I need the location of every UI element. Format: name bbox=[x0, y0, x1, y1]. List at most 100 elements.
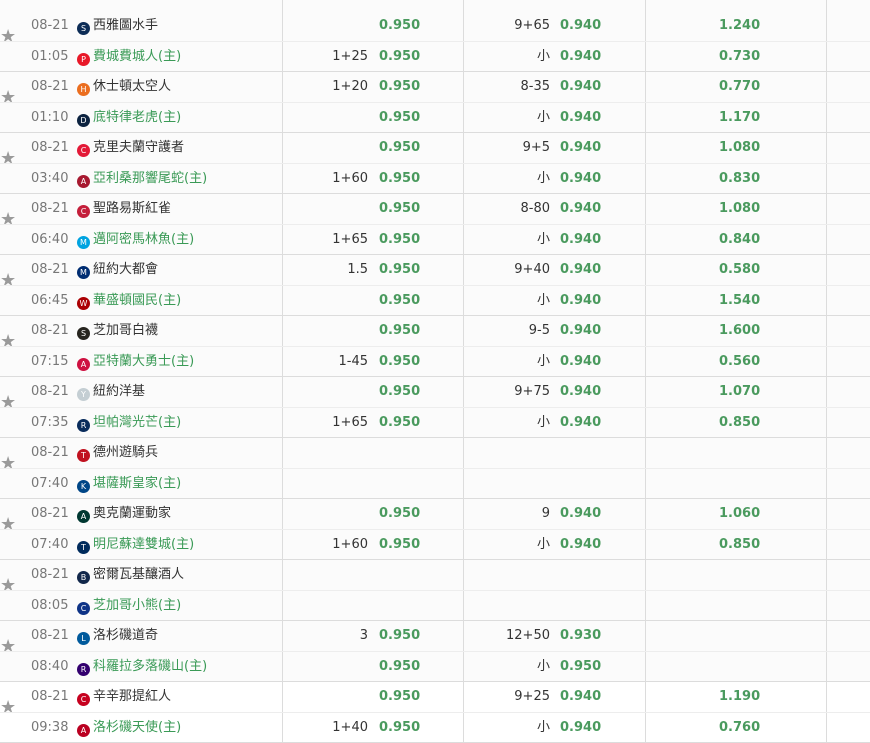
total-odds[interactable]: 0.940 bbox=[560, 194, 601, 224]
away-team[interactable]: C 克里夫蘭守護者 bbox=[77, 133, 184, 163]
run-line-odds[interactable]: 0.950 bbox=[379, 42, 420, 72]
run-line-odds[interactable]: 0.950 bbox=[379, 133, 420, 163]
away-team[interactable]: C 辛辛那提紅人 bbox=[77, 682, 171, 712]
total-odds[interactable]: 0.940 bbox=[560, 316, 601, 346]
moneyline-odds[interactable]: 0.840 bbox=[719, 225, 760, 255]
team-logo-icon: C bbox=[77, 144, 90, 157]
home-team[interactable]: R 科羅拉多落磯山(主) bbox=[77, 652, 207, 682]
away-team-row: 08-21 C 聖路易斯紅雀 0.950 8-80 0.940 1.080 bbox=[0, 194, 870, 224]
moneyline-odds[interactable]: 1.190 bbox=[719, 682, 760, 712]
home-team[interactable]: C 芝加哥小熊(主) bbox=[77, 591, 181, 621]
match-date: 08-21 bbox=[31, 201, 69, 216]
moneyline-odds[interactable]: 1.540 bbox=[719, 286, 760, 316]
moneyline-odds[interactable]: 1.060 bbox=[719, 499, 760, 529]
home-team[interactable]: A 亞利桑那響尾蛇(主) bbox=[77, 164, 207, 194]
total-odds[interactable]: 0.940 bbox=[560, 377, 601, 407]
run-line-odds[interactable]: 0.950 bbox=[379, 103, 420, 133]
away-team[interactable]: H 休士頓太空人 bbox=[77, 72, 171, 102]
home-team[interactable]: W 華盛頓國民(主) bbox=[77, 286, 181, 316]
run-line-handicap: 1+40 bbox=[332, 720, 368, 735]
away-team[interactable]: S 芝加哥白襪 bbox=[77, 316, 158, 346]
total-odds[interactable]: 0.940 bbox=[560, 408, 601, 438]
match-date: 08-21 bbox=[31, 323, 69, 338]
total-odds[interactable]: 0.940 bbox=[560, 530, 601, 560]
run-line-odds[interactable]: 0.950 bbox=[379, 194, 420, 224]
run-line-odds[interactable]: 0.950 bbox=[379, 225, 420, 255]
away-team[interactable]: M 紐約大都會 bbox=[77, 255, 158, 285]
away-team[interactable]: C 聖路易斯紅雀 bbox=[77, 194, 171, 224]
moneyline-odds[interactable]: 1.080 bbox=[719, 133, 760, 163]
total-odds[interactable]: 0.940 bbox=[560, 133, 601, 163]
total-odds[interactable]: 0.950 bbox=[560, 652, 601, 682]
moneyline-odds[interactable]: 0.850 bbox=[719, 530, 760, 560]
match-row: ★ 08-21 S 西雅圖水手 0.950 9+65 0.940 1.240 01:05 P 費城費… bbox=[0, 11, 870, 72]
home-team[interactable]: P 費城費城人(主) bbox=[77, 42, 181, 72]
moneyline-odds[interactable]: 1.080 bbox=[719, 194, 760, 224]
total-odds[interactable]: 0.940 bbox=[560, 225, 601, 255]
run-line-odds[interactable]: 0.950 bbox=[379, 682, 420, 712]
match-row: ★ 08-21 B 密爾瓦基釀酒人 08:05 C 芝加哥小熊(主) bbox=[0, 560, 870, 621]
moneyline-odds[interactable]: 1.170 bbox=[719, 103, 760, 133]
away-team[interactable]: T 德州遊騎兵 bbox=[77, 438, 158, 468]
away-team[interactable]: S 西雅圖水手 bbox=[77, 11, 158, 41]
team-name: 聖路易斯紅雀 bbox=[93, 201, 172, 216]
moneyline-odds[interactable]: 1.600 bbox=[719, 316, 760, 346]
away-team[interactable]: L 洛杉磯道奇 bbox=[77, 621, 158, 651]
run-line-odds[interactable]: 0.950 bbox=[379, 255, 420, 285]
total-odds[interactable]: 0.940 bbox=[560, 347, 601, 377]
total-odds[interactable]: 0.940 bbox=[560, 103, 601, 133]
team-logo-icon: W bbox=[77, 297, 90, 310]
away-team-row: 08-21 Y 紐約洋基 0.950 9+75 0.940 1.070 bbox=[0, 377, 870, 407]
run-line-odds[interactable]: 0.950 bbox=[379, 316, 420, 346]
run-line-odds[interactable]: 0.950 bbox=[379, 347, 420, 377]
run-line-odds[interactable]: 0.950 bbox=[379, 164, 420, 194]
run-line-odds[interactable]: 0.950 bbox=[379, 499, 420, 529]
total-odds[interactable]: 0.940 bbox=[560, 286, 601, 316]
moneyline-odds[interactable]: 0.560 bbox=[719, 347, 760, 377]
moneyline-odds[interactable]: 0.850 bbox=[719, 408, 760, 438]
run-line-odds[interactable]: 0.950 bbox=[379, 621, 420, 651]
moneyline-odds[interactable]: 0.830 bbox=[719, 164, 760, 194]
moneyline-odds[interactable]: 1.240 bbox=[719, 11, 760, 41]
total-odds[interactable]: 0.930 bbox=[560, 621, 601, 651]
away-team[interactable]: B 密爾瓦基釀酒人 bbox=[77, 560, 184, 590]
team-name: 洛杉磯道奇 bbox=[93, 628, 159, 643]
total-odds[interactable]: 0.940 bbox=[560, 713, 601, 743]
team-logo-icon: C bbox=[77, 205, 90, 218]
total-odds[interactable]: 0.940 bbox=[560, 72, 601, 102]
total-odds[interactable]: 0.940 bbox=[560, 499, 601, 529]
moneyline-odds[interactable]: 0.770 bbox=[719, 72, 760, 102]
total-odds[interactable]: 0.940 bbox=[560, 255, 601, 285]
away-team[interactable]: A 奧克蘭運動家 bbox=[77, 499, 171, 529]
run-line-odds[interactable]: 0.950 bbox=[379, 713, 420, 743]
away-team[interactable]: Y 紐約洋基 bbox=[77, 377, 145, 407]
column-divider bbox=[282, 0, 283, 11]
total-odds[interactable]: 0.940 bbox=[560, 42, 601, 72]
run-line-odds[interactable]: 0.950 bbox=[379, 652, 420, 682]
home-team[interactable]: R 坦帕灣光芒(主) bbox=[77, 408, 181, 438]
home-team[interactable]: A 亞特蘭大勇士(主) bbox=[77, 347, 194, 377]
moneyline-odds[interactable]: 0.730 bbox=[719, 42, 760, 72]
total-odds[interactable]: 0.940 bbox=[560, 164, 601, 194]
run-line-odds[interactable]: 0.950 bbox=[379, 72, 420, 102]
match-row: ★ 08-21 C 辛辛那提紅人 0.950 9+25 0.940 1.190 09:38 A 洛杉… bbox=[0, 682, 870, 743]
run-line-odds[interactable]: 0.950 bbox=[379, 377, 420, 407]
moneyline-odds[interactable]: 0.760 bbox=[719, 713, 760, 743]
home-team[interactable]: A 洛杉磯天使(主) bbox=[77, 713, 181, 743]
team-logo-icon: A bbox=[77, 175, 90, 188]
run-line-odds[interactable]: 0.950 bbox=[379, 11, 420, 41]
total-odds[interactable]: 0.940 bbox=[560, 11, 601, 41]
team-logo-icon: D bbox=[77, 114, 90, 127]
team-name: 堪薩斯皇家(主) bbox=[93, 476, 182, 491]
moneyline-odds[interactable]: 0.580 bbox=[719, 255, 760, 285]
moneyline-odds[interactable]: 1.070 bbox=[719, 377, 760, 407]
home-team[interactable]: K 堪薩斯皇家(主) bbox=[77, 469, 181, 499]
team-name: 坦帕灣光芒(主) bbox=[93, 415, 182, 430]
run-line-odds[interactable]: 0.950 bbox=[379, 408, 420, 438]
home-team[interactable]: M 邁阿密馬林魚(主) bbox=[77, 225, 194, 255]
run-line-odds[interactable]: 0.950 bbox=[379, 286, 420, 316]
run-line-odds[interactable]: 0.950 bbox=[379, 530, 420, 560]
home-team[interactable]: T 明尼蘇達雙城(主) bbox=[77, 530, 194, 560]
total-odds[interactable]: 0.940 bbox=[560, 682, 601, 712]
home-team[interactable]: D 底特律老虎(主) bbox=[77, 103, 181, 133]
